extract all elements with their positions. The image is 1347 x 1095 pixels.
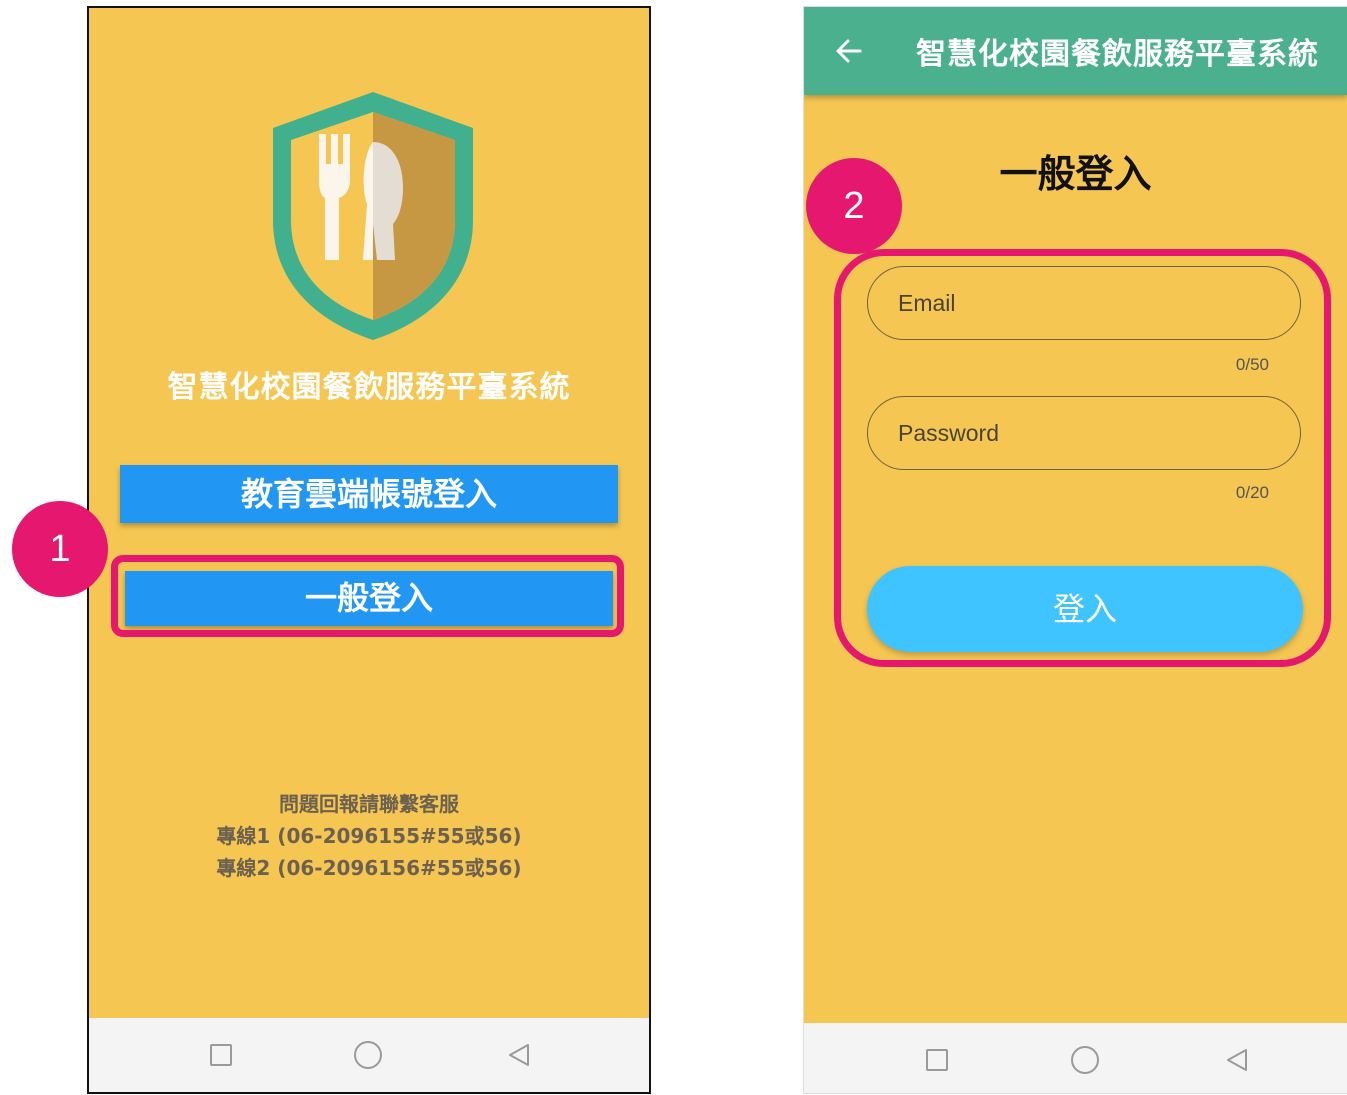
password-field[interactable]	[867, 396, 1301, 470]
circle-icon[interactable]	[354, 1041, 382, 1069]
circle-icon[interactable]	[1071, 1046, 1099, 1074]
contact-line-1: 專線1 (06-2096155#55或56)	[216, 824, 522, 848]
app-name: 智慧化校園餐飲服務平臺系統	[167, 370, 571, 405]
contact-line-2: 專線2 (06-2096156#55或56)	[216, 856, 522, 880]
arrow-left-icon[interactable]	[834, 36, 864, 66]
step-marker-1: 1	[12, 501, 108, 597]
login-button[interactable]: 登入	[867, 566, 1303, 652]
appbar-title: 智慧化校園餐飲服務平臺系統	[916, 37, 1319, 72]
triangle-back-icon[interactable]	[505, 1041, 533, 1069]
step-marker-2: 2	[806, 158, 902, 254]
triangle-back-icon[interactable]	[1223, 1046, 1251, 1074]
email-char-counter: 0/50	[1235, 355, 1269, 374]
password-input[interactable]	[868, 397, 1300, 469]
email-input[interactable]	[868, 267, 1300, 339]
email-field[interactable]	[867, 266, 1301, 340]
app-bar: 智慧化校園餐飲服務平臺系統	[804, 7, 1347, 95]
shield-fork-knife-logo	[273, 92, 473, 340]
password-char-counter: 0/20	[1235, 483, 1269, 502]
contact-heading: 問題回報請聯繫客服	[279, 792, 459, 816]
system-nav-bar	[804, 1023, 1347, 1093]
general-login-button[interactable]: 一般登入	[125, 571, 613, 626]
square-icon[interactable]	[210, 1044, 232, 1066]
contact-info: 問題回報請聯繫客服 專線1 (06-2096155#55或56) 專線2 (06…	[89, 788, 649, 884]
square-icon[interactable]	[926, 1049, 948, 1071]
education-cloud-login-button[interactable]: 教育雲端帳號登入	[120, 465, 618, 523]
system-nav-bar	[89, 1018, 649, 1092]
landing-screen: 智慧化校園餐飲服務平臺系統 教育雲端帳號登入 一般登入 問題回報請聯繫客服 專線…	[87, 6, 651, 1094]
